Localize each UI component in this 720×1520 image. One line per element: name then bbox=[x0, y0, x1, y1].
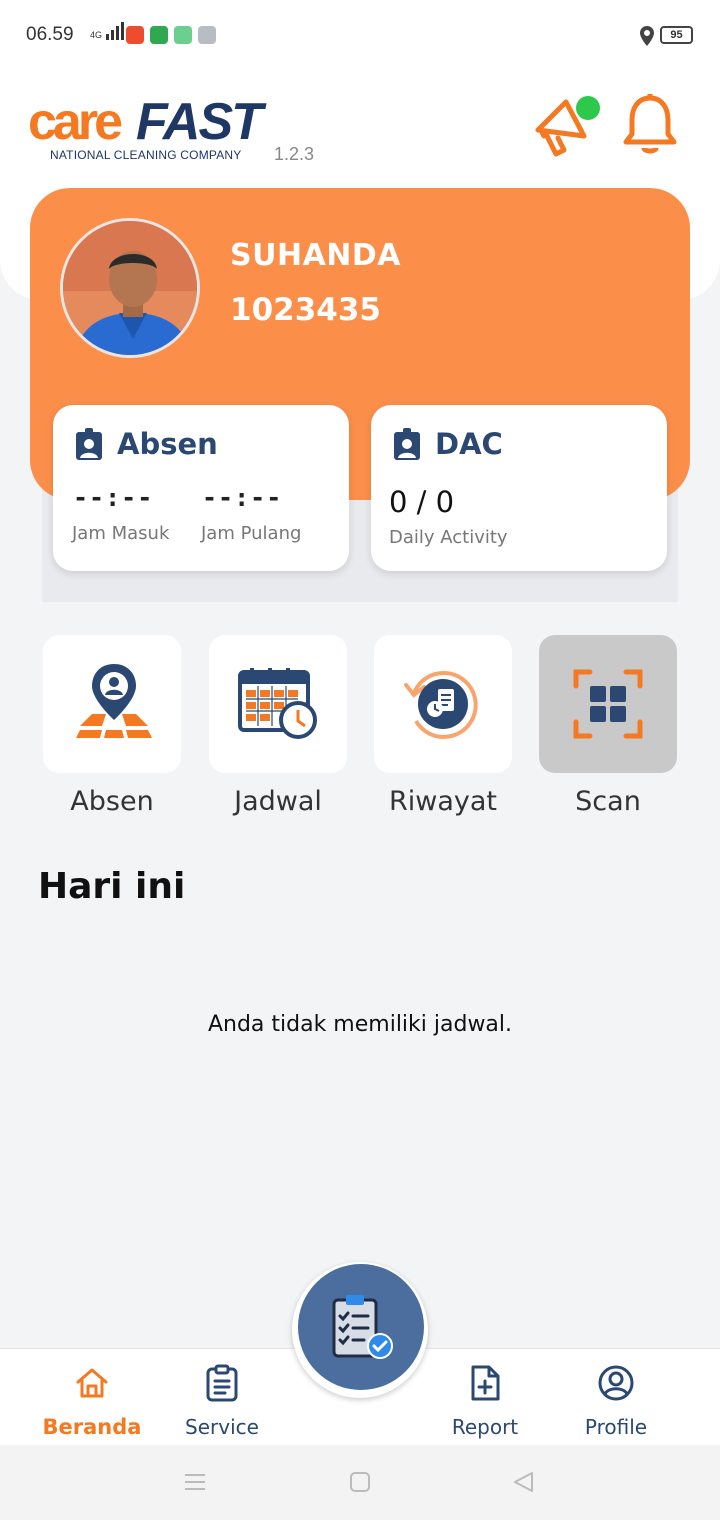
status-time: 06.59 bbox=[26, 24, 74, 45]
tokopedia-icon bbox=[150, 26, 168, 44]
app-version: 1.2.3 bbox=[274, 144, 315, 164]
logo-tagline: NATIONAL CLEANING COMPANY bbox=[50, 148, 242, 162]
shopee-icon bbox=[126, 26, 144, 44]
menu-jadwal-button[interactable] bbox=[209, 635, 347, 773]
nav-beranda-label: Beranda bbox=[42, 1415, 142, 1439]
nav-profile-label: Profile bbox=[584, 1415, 648, 1439]
clipboard-icon bbox=[206, 1364, 238, 1402]
file-add-icon bbox=[471, 1365, 500, 1401]
logo-care-text: care bbox=[28, 93, 123, 151]
check-in-time: --:-- bbox=[73, 483, 154, 512]
dac-card-title: DAC bbox=[435, 427, 503, 461]
check-out-label: Jam Pulang bbox=[201, 523, 302, 544]
history-icon bbox=[404, 670, 478, 739]
employee-id: 1023435 bbox=[230, 292, 381, 328]
menu-scan-label: Scan bbox=[575, 786, 641, 817]
checklist-fab-button[interactable] bbox=[298, 1264, 424, 1390]
today-section-title: Hari ini bbox=[38, 866, 186, 907]
back-icon[interactable] bbox=[512, 1471, 534, 1493]
app-header: care FAST NATIONAL CLEANING COMPANY 1.2.… bbox=[0, 70, 720, 200]
location-icon bbox=[640, 26, 654, 46]
absen-card-title: Absen bbox=[117, 427, 218, 461]
qr-scan-icon bbox=[573, 669, 643, 739]
empty-schedule-message: Anda tidak memiliki jadwal. bbox=[207, 1012, 513, 1037]
nav-beranda[interactable]: Beranda bbox=[27, 1363, 157, 1439]
logo-fast-text: FAST bbox=[136, 93, 263, 151]
nav-report[interactable]: Report bbox=[420, 1363, 550, 1439]
battery-indicator: 95 bbox=[660, 26, 693, 44]
dac-count: 0 / 0 bbox=[389, 485, 455, 519]
user-circle-icon bbox=[598, 1365, 634, 1401]
nav-report-label: Report bbox=[451, 1415, 519, 1439]
recent-apps-icon[interactable] bbox=[184, 1471, 206, 1493]
user-name: SUHANDA bbox=[230, 238, 402, 273]
menu-jadwal-label: Jadwal bbox=[234, 786, 322, 817]
status-bar: 06.59 4G 95 bbox=[0, 0, 720, 70]
dac-label: Daily Activity bbox=[389, 527, 508, 548]
nav-profile[interactable]: Profile bbox=[551, 1363, 681, 1439]
nav-service-label: Service bbox=[185, 1415, 259, 1439]
check-in-label: Jam Masuk bbox=[72, 523, 170, 544]
checklist-icon bbox=[332, 1295, 393, 1359]
bell-icon[interactable] bbox=[622, 92, 678, 156]
dac-summary-card[interactable]: DAC 0 / 0 Daily Activity bbox=[371, 405, 667, 571]
calendar-clock-icon bbox=[238, 668, 317, 739]
app-gray-icon bbox=[198, 26, 216, 44]
notification-app-icons bbox=[126, 26, 216, 44]
avatar-photo bbox=[63, 221, 197, 355]
menu-scan-button[interactable] bbox=[539, 635, 677, 773]
badge-icon bbox=[394, 428, 420, 460]
network-type: 4G bbox=[90, 30, 103, 40]
home-button-icon[interactable] bbox=[349, 1471, 371, 1493]
avatar[interactable] bbox=[60, 218, 200, 358]
absen-summary-card[interactable]: Absen --:-- Jam Masuk --:-- Jam Pulang bbox=[53, 405, 349, 571]
menu-absen-label: Absen bbox=[70, 786, 154, 817]
badge-icon bbox=[76, 428, 102, 460]
menu-riwayat-button[interactable] bbox=[374, 635, 512, 773]
home-icon bbox=[76, 1368, 108, 1398]
menu-riwayat-label: Riwayat bbox=[389, 786, 497, 817]
system-navigation-bar bbox=[0, 1445, 720, 1520]
menu-absen-button[interactable] bbox=[43, 635, 181, 773]
carefast-logo: care FAST NATIONAL CLEANING COMPANY bbox=[28, 93, 288, 166]
signal-icon: 4G bbox=[90, 22, 125, 40]
app-green-icon bbox=[174, 26, 192, 44]
nav-service[interactable]: Service bbox=[157, 1363, 287, 1439]
notification-dot bbox=[576, 96, 600, 120]
location-person-icon bbox=[76, 664, 152, 738]
check-out-time: --:-- bbox=[202, 483, 283, 512]
megaphone-icon[interactable] bbox=[532, 92, 602, 158]
